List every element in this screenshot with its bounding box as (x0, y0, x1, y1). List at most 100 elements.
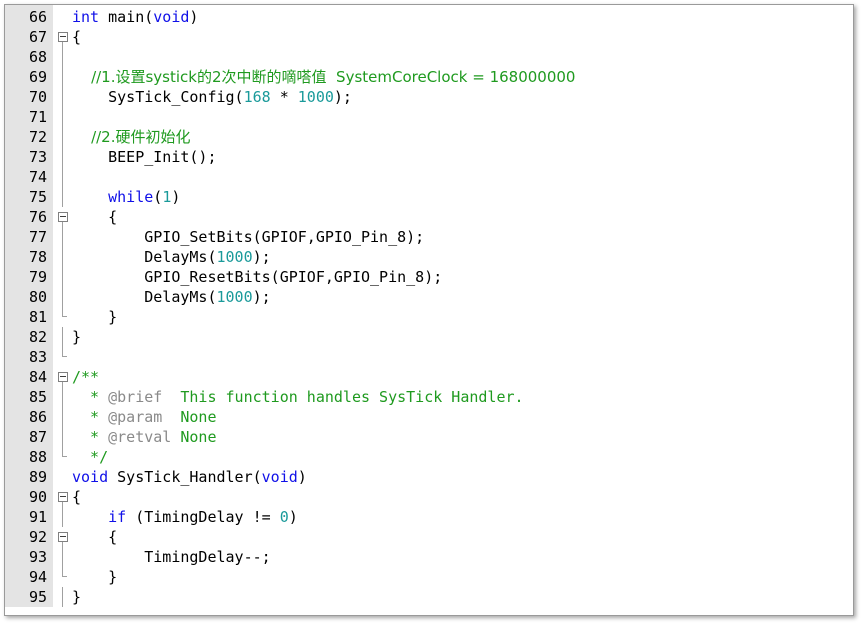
code-editor[interactable]: 66 int main(void) 67{68 69 //1.设置systick的2次… (5, 5, 853, 607)
code-token: main( (99, 8, 154, 26)
keyword-token: if (72, 508, 127, 526)
code-text: DelayMs(1000); (70, 247, 270, 267)
minus-box-icon[interactable] (58, 492, 68, 502)
line-gutter: 90 (5, 487, 53, 507)
number-token: 0 (279, 508, 289, 526)
line-gutter: 77 (5, 227, 53, 247)
minus-box-icon[interactable] (58, 212, 68, 222)
code-text: DelayMs(1000); (70, 287, 271, 307)
code-token: ( (153, 188, 163, 206)
keyword-token: void (72, 468, 109, 486)
code-token: TimingDelay--; (72, 548, 271, 566)
code-line[interactable]: 93 TimingDelay--; (5, 547, 853, 567)
code-token: ) (189, 8, 199, 26)
code-line[interactable]: 69 //1.设置systick的2次中断的嘀嗒值 SystemCoreCloc… (5, 67, 853, 87)
code-token: { (72, 208, 118, 226)
code-line[interactable]: 79 GPIO_ResetBits(GPIOF,GPIO_Pin_8); (5, 267, 853, 287)
code-line[interactable]: 86 * @param None (5, 407, 853, 427)
code-line[interactable]: 72 //2.硬件初始化 (5, 127, 853, 147)
line-gutter: 79 (5, 267, 53, 287)
fold-guide-line (62, 287, 63, 307)
code-line[interactable]: 71 (5, 107, 853, 127)
code-token: DelayMs( (72, 288, 217, 306)
comment-token: //2.硬件初始化 (72, 128, 191, 146)
fold-collapse-icon[interactable] (56, 487, 70, 507)
doc-tag-token: @retval (108, 428, 172, 446)
code-line[interactable]: 92 { (5, 527, 853, 547)
keyword-token: void (261, 468, 298, 486)
code-token: ); (333, 88, 352, 106)
fold-collapse-icon[interactable] (56, 527, 70, 547)
fold-end-line (62, 347, 67, 357)
code-text: } (70, 327, 81, 347)
code-line[interactable]: 75 while(1) (5, 187, 853, 207)
code-line[interactable]: 90 { (5, 487, 853, 507)
code-line[interactable]: 87 * @retval None (5, 427, 853, 447)
minus-box-icon[interactable] (58, 532, 68, 542)
comment-token: //1.设置systick的2次中断的嘀嗒值 SystemCoreClock =… (72, 68, 576, 86)
code-line[interactable]: 78 DelayMs(1000); (5, 247, 853, 267)
fold-guide (56, 127, 70, 147)
fold-collapse-icon[interactable] (56, 367, 70, 387)
code-token: ); (252, 288, 271, 306)
code-text: * @brief This function handles SysTick H… (70, 387, 524, 407)
code-token: ) (171, 188, 181, 206)
doc-tag-token: @param (108, 408, 163, 426)
line-gutter: 75 (5, 187, 53, 207)
code-token: BEEP_Init(); (72, 148, 217, 166)
code-text: } (70, 567, 117, 587)
fold-guide-line (62, 227, 63, 247)
code-line[interactable]: 85 * @brief This function handles SysTic… (5, 387, 853, 407)
code-line[interactable]: 80 DelayMs(1000); (5, 287, 853, 307)
line-gutter: 67 (5, 27, 53, 47)
fold-guide-line (62, 127, 63, 147)
code-line[interactable]: 94 } (5, 567, 853, 587)
code-text: //2.硬件初始化 (70, 127, 191, 147)
fold-guide-line (62, 387, 63, 407)
line-number: 94 (28, 568, 47, 586)
minus-box-icon[interactable] (58, 372, 68, 382)
line-gutter: 66 (5, 7, 53, 27)
code-line[interactable]: 70 SysTick_Config(168 * 1000); (5, 87, 853, 107)
fold-guide (56, 287, 70, 307)
code-line[interactable]: 68 (5, 47, 853, 67)
line-gutter: 94 (5, 567, 53, 587)
fold-guide (56, 267, 70, 287)
code-line[interactable]: 84 /** (5, 367, 853, 387)
fold-guide-line (62, 327, 63, 347)
code-line[interactable]: 74 (5, 167, 853, 187)
code-line[interactable]: 77 GPIO_SetBits(GPIOF,GPIO_Pin_8); (5, 227, 853, 247)
fold-guide (56, 47, 70, 67)
code-line[interactable]: 76 { (5, 207, 853, 227)
fold-collapse-icon[interactable] (56, 27, 70, 47)
code-line[interactable]: 83 (5, 347, 853, 367)
code-line[interactable]: 89 void SysTick_Handler(void) (5, 467, 853, 487)
number-token: 1000 (216, 248, 253, 266)
fold-collapse-icon[interactable] (56, 207, 70, 227)
fold-guide-line (62, 167, 63, 187)
code-line[interactable]: 67 { (5, 27, 853, 47)
code-text: } (70, 587, 81, 607)
keyword-token: void (153, 8, 190, 26)
code-text: } (70, 307, 117, 327)
fold-end-line (62, 447, 67, 457)
code-editor-window: 66 int main(void) 67{68 69 //1.设置systick的2次… (4, 4, 854, 616)
code-line[interactable]: 73 BEEP_Init(); (5, 147, 853, 167)
code-line[interactable]: 82} (5, 327, 853, 347)
code-text: int main(void) (70, 7, 198, 27)
code-line[interactable]: 91 if (TimingDelay != 0) (5, 507, 853, 527)
line-number: 67 (28, 28, 47, 46)
fold-guide-line (62, 47, 63, 67)
code-text: { (70, 527, 117, 547)
fold-end-marker (56, 347, 70, 367)
code-token: * (270, 88, 298, 106)
code-line[interactable]: 66 int main(void) (5, 7, 853, 27)
code-line[interactable]: 95} (5, 587, 853, 607)
code-text: /** (70, 367, 99, 387)
code-line[interactable]: 81 } (5, 307, 853, 327)
minus-box-icon[interactable] (58, 32, 68, 42)
line-number: 76 (28, 208, 47, 226)
code-line[interactable]: 88 */ (5, 447, 853, 467)
number-token: 1000 (297, 88, 334, 106)
line-number: 68 (28, 48, 47, 66)
